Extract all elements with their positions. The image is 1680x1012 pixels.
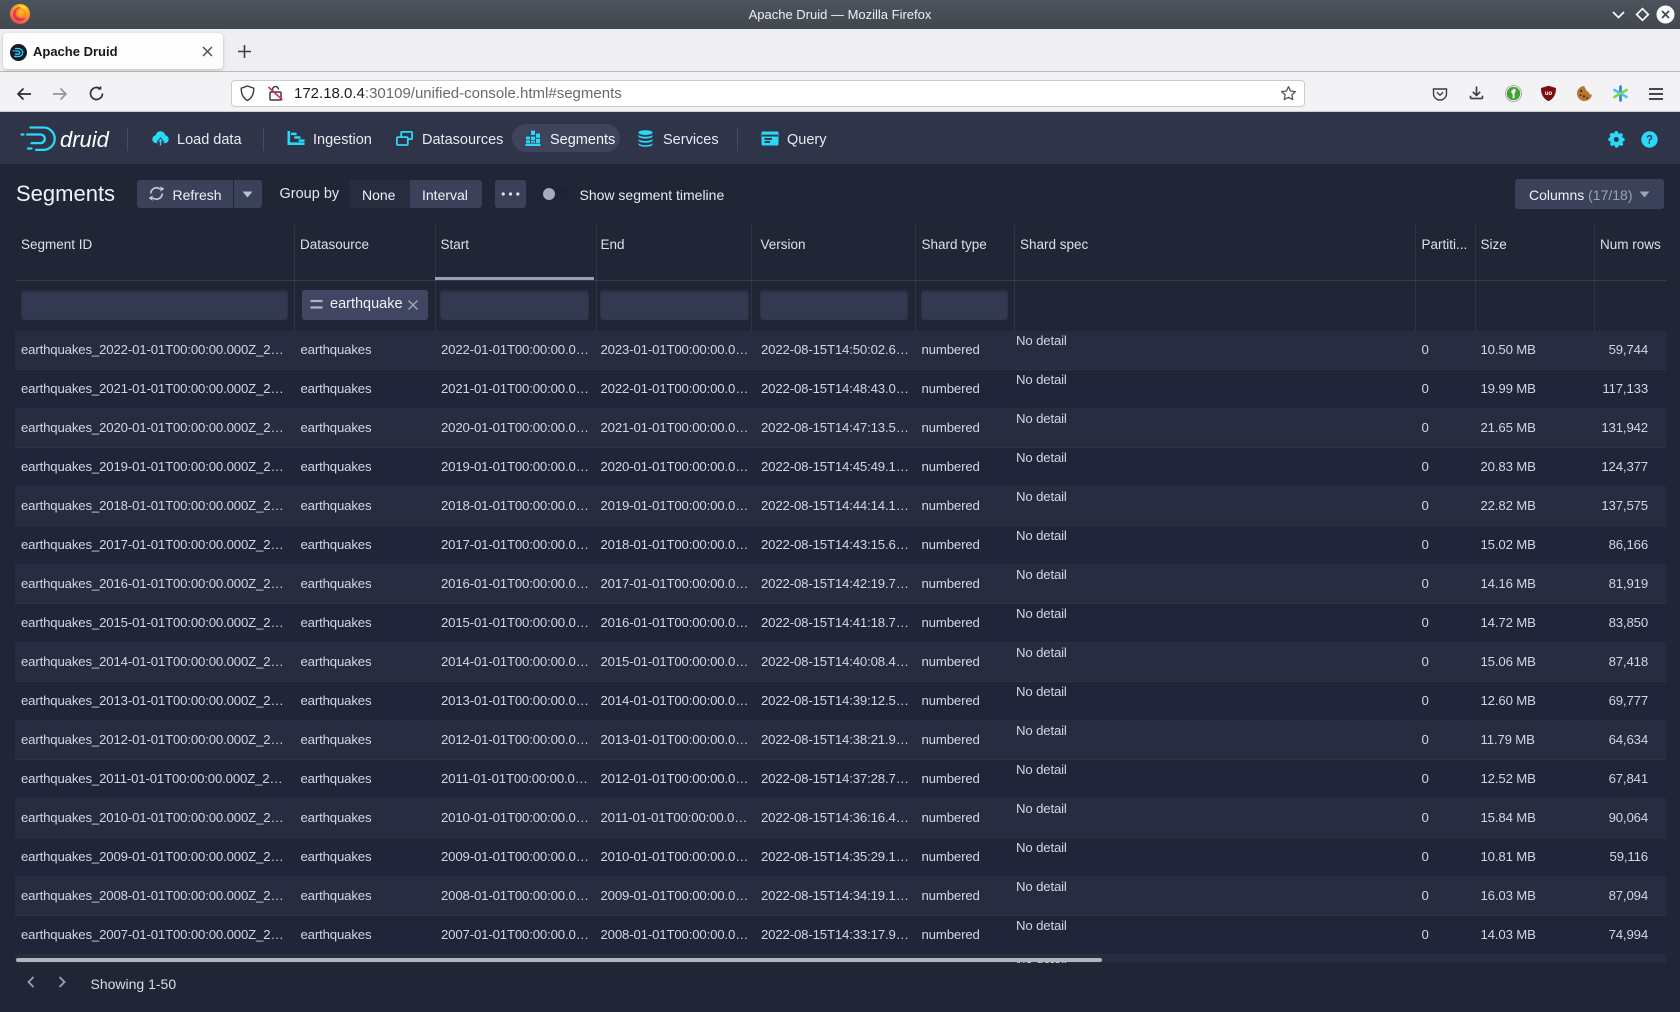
svg-text:uo: uo (1545, 91, 1553, 97)
svg-text:?: ? (1646, 135, 1653, 147)
